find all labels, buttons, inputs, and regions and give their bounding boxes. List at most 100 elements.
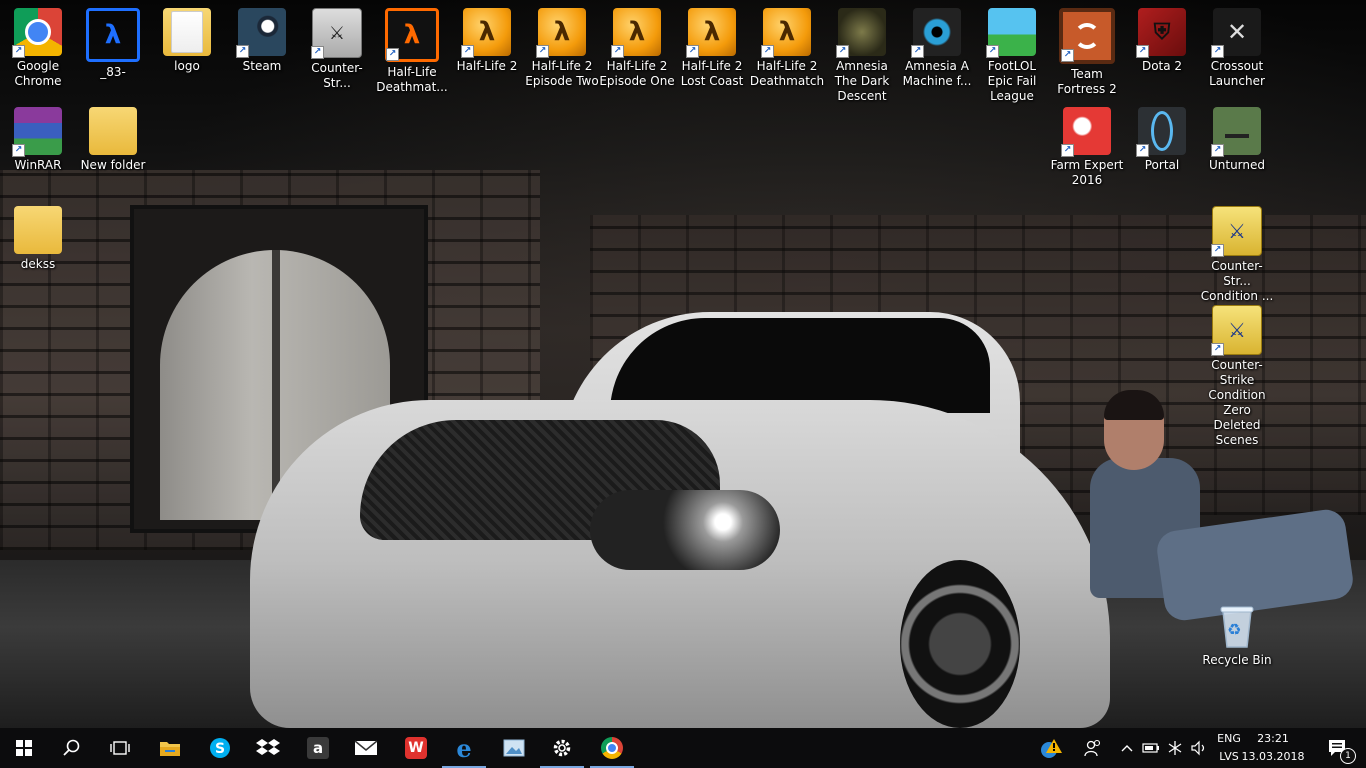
taskbar-file-explorer[interactable] (146, 728, 194, 768)
desktop-icon-counter-strike[interactable]: ⚔ ↗ Counter-Str... (299, 0, 375, 91)
desktop-icon-label: logo (174, 59, 200, 73)
desktop-icon-label: Google Chrome (14, 59, 62, 88)
taskbar-amazon[interactable]: a (294, 728, 342, 768)
desktop-icon-winrar[interactable]: ↗ WinRAR (0, 99, 76, 173)
shortcut-arrow-icon: ↗ (761, 45, 774, 58)
settings-gear-icon (553, 739, 571, 757)
taskbar-settings[interactable] (538, 728, 586, 768)
team-fortress-2-icon: ↗ (1059, 8, 1115, 64)
desktop-icon-half-life-2-episode-one[interactable]: λ ↗ Half-Life 2 Episode One (599, 0, 675, 89)
start-button[interactable] (0, 728, 48, 768)
desktop-icon-dekss[interactable]: dekss (0, 198, 76, 272)
counter-strike-icon: ⚔ ↗ (311, 8, 362, 59)
taskbar-wps-office[interactable]: W (392, 728, 440, 768)
chrome-icon (601, 737, 623, 759)
people-icon (1084, 739, 1101, 757)
shortcut-arrow-icon: ↗ (1061, 144, 1074, 157)
desktop-icon-team-fortress-2[interactable]: ↗ Team Fortress 2 (1049, 0, 1125, 97)
tray-action-center[interactable]: 1 (1318, 728, 1358, 768)
desktop-icon-label: Portal (1144, 158, 1180, 172)
folder-icon (14, 206, 62, 254)
shortcut-arrow-icon: ↗ (386, 48, 399, 61)
desktop-icon-label: New folder (80, 158, 146, 172)
folder-icon (163, 8, 211, 56)
shortcut-arrow-icon: ↗ (12, 45, 25, 58)
desktop-icon-farm-expert-2016[interactable]: ↗ Farm Expert 2016 (1049, 99, 1125, 188)
tray-people[interactable] (1078, 728, 1108, 768)
half-life-icon: λ ↗ (385, 8, 439, 62)
desktop-icon-label: WinRAR (14, 158, 62, 172)
dota-2-icon: ⛨ ↗ (1136, 8, 1186, 58)
half-life-2-icon: λ ↗ (611, 8, 661, 58)
shortcut-arrow-icon: ↗ (12, 144, 25, 157)
amnesia-icon: ↗ (836, 8, 886, 58)
svg-text:S: S (215, 741, 225, 757)
desktop-icon-label: Half-Life 2 Episode One (599, 59, 675, 88)
desktop-icon-amnesia-dark-descent[interactable]: ↗ Amnesia The Dark Descent (824, 0, 900, 104)
tray-warning-update[interactable] (1036, 728, 1066, 768)
desktop-icon-new-folder[interactable]: New folder (75, 99, 151, 173)
desktop-icon-steam[interactable]: ↗ Steam (224, 0, 300, 74)
shortcut-arrow-icon: ↗ (1061, 49, 1074, 62)
taskbar-mail[interactable] (342, 728, 390, 768)
chevron-up-icon (1121, 745, 1133, 752)
desktop-icon-cs-cz-deleted-scenes[interactable]: ⚔ ↗ Counter-Strike Condition Zero Deleted… (1199, 297, 1275, 448)
desktop-icon-half-life-2-deathmatch[interactable]: λ ↗ Half-Life 2 Deathmatch (749, 0, 825, 89)
taskbar-skype[interactable]: S (196, 728, 244, 768)
desktop-icon-half-life-2[interactable]: λ ↗ Half-Life 2 (449, 0, 525, 74)
desktop-icon-logo[interactable]: logo (149, 0, 225, 74)
desktop-icon-amnesia-machine[interactable]: ↗ Amnesia A Machine f... (899, 0, 975, 89)
tray-clock[interactable]: 23:21 13.03.2018 (1238, 730, 1308, 766)
tray-show-hidden-icons[interactable] (1116, 728, 1138, 768)
winrar-icon: ↗ (12, 107, 62, 157)
tray-volume[interactable] (1188, 728, 1210, 768)
desktop-icon-label: Half-Life 2 (456, 59, 518, 73)
wallpaper-person-hair (1104, 390, 1164, 420)
clock-time: 23:21 (1257, 732, 1289, 745)
desktop-icon-half-life-2-lost-coast[interactable]: λ ↗ Half-Life 2 Lost Coast (674, 0, 750, 89)
shortcut-arrow-icon: ↗ (686, 45, 699, 58)
desktop-icon-unturned[interactable]: ↗ Unturned (1199, 99, 1275, 173)
task-view-button[interactable] (96, 728, 144, 768)
network-icon (1168, 741, 1182, 755)
folder-icon (89, 107, 137, 155)
warning-shield-icon (1041, 739, 1062, 758)
wallpaper-car-wheel (900, 560, 1020, 728)
desktop-icon-footlol[interactable]: ↗ FootLOL Epic Fail League (974, 0, 1050, 104)
speaker-icon (1191, 740, 1205, 756)
chrome-icon: ↗ (12, 8, 62, 58)
shortcut-arrow-icon: ↗ (1136, 45, 1149, 58)
half-life-2-icon: λ ↗ (686, 8, 736, 58)
desktop-icon-half-life-deathmatch[interactable]: λ ↗ Half-Life Deathmat... (374, 0, 450, 95)
taskbar-photo-viewer[interactable] (490, 728, 538, 768)
taskbar-chrome[interactable] (588, 728, 636, 768)
taskbar-dropbox[interactable] (244, 728, 292, 768)
half-life-2-icon: λ ↗ (536, 8, 586, 58)
desktop-icon-label: Counter-Strike Condition Zero Deleted Sc… (1208, 358, 1266, 447)
cs-glyph: ⚔ (1228, 318, 1246, 342)
document-icon (171, 11, 203, 53)
desktop-icon-half-life-2-episode-two[interactable]: λ ↗ Half-Life 2 Episode Two (524, 0, 600, 89)
wallpaper-car-window (610, 318, 990, 413)
taskbar-edge[interactable]: e (440, 728, 488, 768)
search-button[interactable] (48, 728, 96, 768)
lambda-glyph: λ (403, 20, 421, 50)
steam-icon: ↗ (236, 8, 286, 58)
chrome-center-dot (606, 742, 618, 754)
desktop-icon-label: Dota 2 (1141, 59, 1183, 73)
tray-network[interactable] (1164, 728, 1186, 768)
desktop-icon-83[interactable]: λ _83- (75, 0, 151, 80)
desktop-icon-counter-strike-condition-zero[interactable]: ⚔ ↗ Counter-Str... Condition ... (1199, 198, 1275, 304)
tray-battery[interactable] (1140, 728, 1162, 768)
clock-date: 13.03.2018 (1241, 750, 1305, 763)
lambda-glyph: λ (104, 20, 122, 50)
desktop-icon-crossout-launcher[interactable]: ✕ ↗ Crossout Launcher (1199, 0, 1275, 89)
desktop-icon-recycle-bin[interactable]: ♻ Recycle Bin (1199, 594, 1275, 668)
desktop-icon-dota-2[interactable]: ⛨ ↗ Dota 2 (1124, 0, 1200, 74)
half-life-lambda-icon: λ (86, 8, 140, 62)
lambda-glyph: λ (703, 17, 721, 47)
desktop-icon-label: Amnesia A Machine f... (902, 59, 972, 88)
desktop-icon-portal[interactable]: ↗ Portal (1124, 99, 1200, 173)
desktop-icon-google-chrome[interactable]: ↗ Google Chrome (0, 0, 76, 89)
search-icon (63, 739, 80, 756)
